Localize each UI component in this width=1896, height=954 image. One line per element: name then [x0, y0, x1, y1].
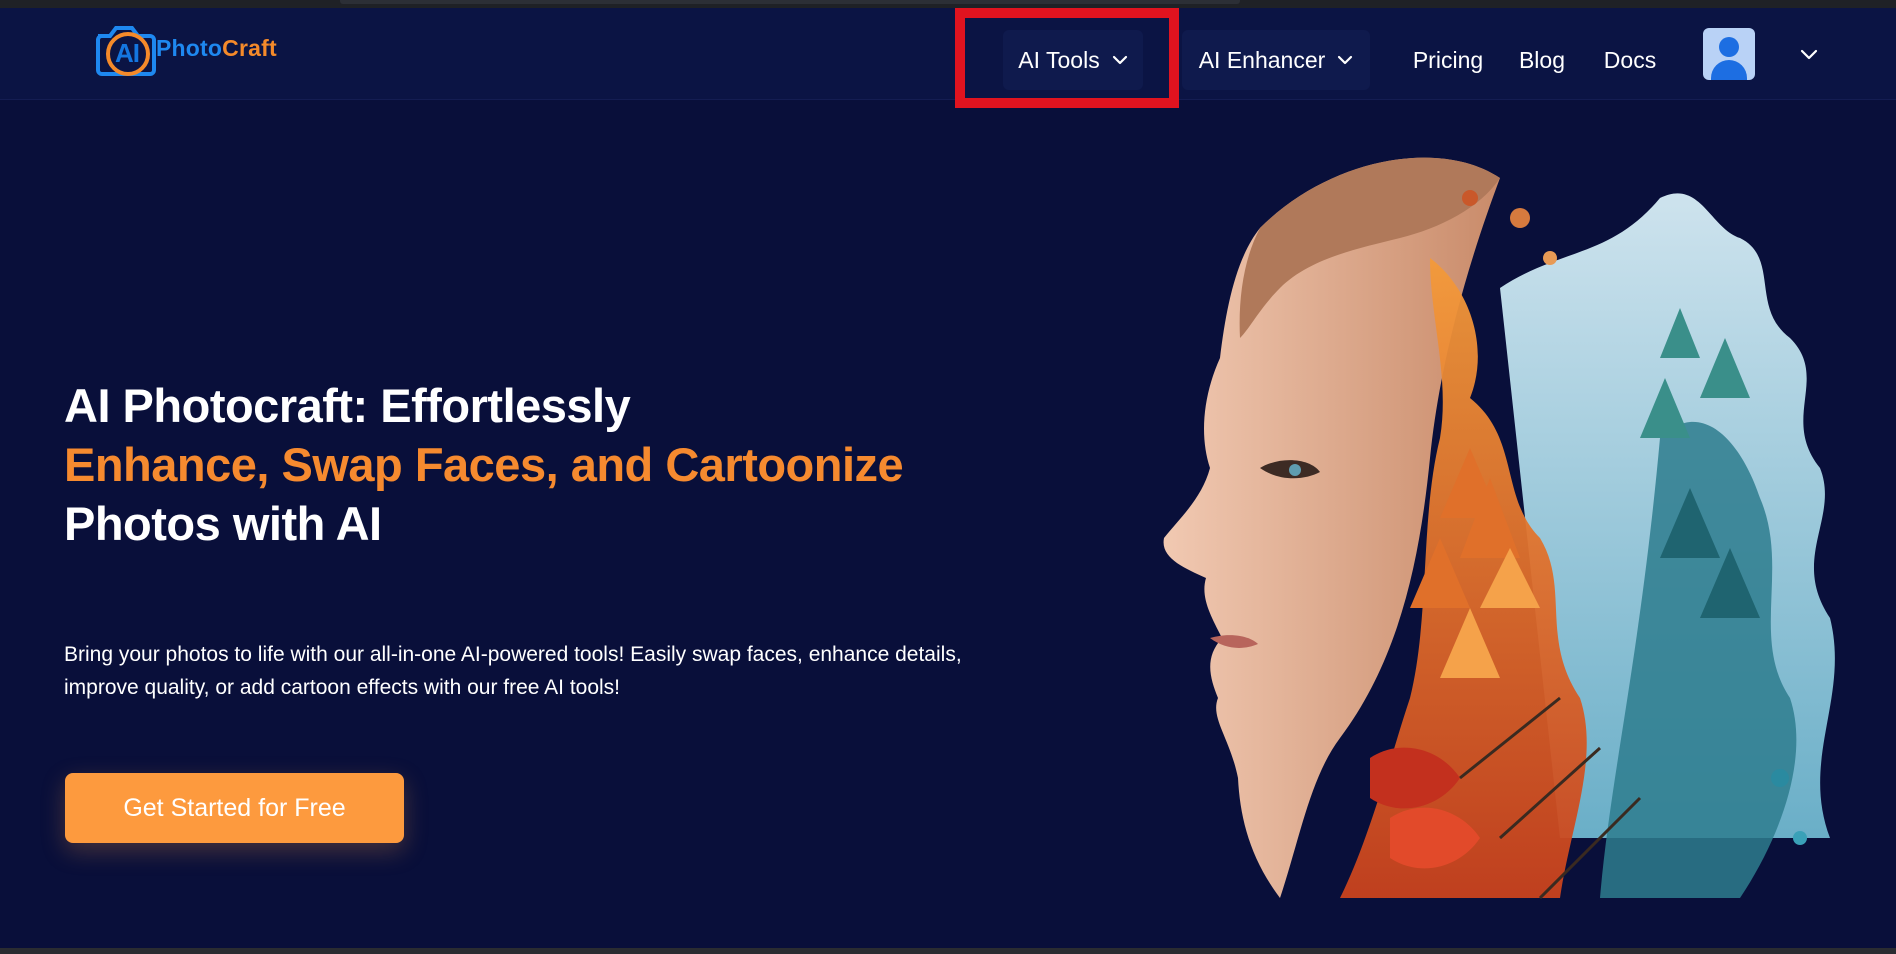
selection-highlight-box [955, 8, 1179, 108]
logo-ai-mark: AI [115, 38, 140, 68]
brand-logo[interactable]: AI PhotoCraft [92, 18, 312, 88]
chevron-down-icon [1338, 55, 1353, 65]
nav-blog-link[interactable]: Blog [1516, 30, 1568, 90]
nav-ai-enhancer-dropdown[interactable]: AI Enhancer [1182, 30, 1370, 90]
avatar-head-shape [1719, 37, 1739, 57]
nav-ai-enhancer-label: AI Enhancer [1198, 46, 1326, 73]
hero-title: AI Photocraft: Effortlessly Enhance, Swa… [64, 376, 1044, 553]
hero-portrait-illustration [1163, 157, 1835, 900]
get-started-button[interactable]: Get Started for Free [65, 773, 404, 843]
chevron-down-icon[interactable] [1800, 49, 1818, 61]
brand-name-photo: Photo [156, 34, 223, 61]
nav-pricing-link[interactable]: Pricing [1408, 30, 1488, 90]
brand-name: PhotoCraft [156, 35, 277, 62]
hero-title-line2-accent: Enhance, Swap Faces, and Cartoonize [64, 438, 904, 491]
browser-bottom-strip [0, 948, 1896, 954]
browser-top-strip [0, 0, 1896, 8]
landing-page: AI PhotoCraft AI Tools AI Enhancer Prici… [0, 8, 1896, 948]
browser-tab-hint [340, 0, 1240, 4]
hero-description-line1: Bring your photos to life with our all-i… [64, 643, 962, 666]
hero-description: Bring your photos to life with our all-i… [64, 638, 1064, 704]
hero-description-line2: improve quality, or add cartoon effects … [64, 676, 621, 699]
nav-docs-link[interactable]: Docs [1602, 30, 1658, 90]
hero-title-line3: Photos with AI [64, 497, 382, 550]
brand-name-craft: Craft [222, 34, 277, 61]
camera-logo-icon: AI [92, 24, 160, 82]
site-header: AI PhotoCraft AI Tools AI Enhancer Prici… [0, 8, 1896, 100]
hero-title-line1: AI Photocraft: Effortlessly [64, 379, 631, 432]
avatar-body-shape [1711, 60, 1747, 80]
user-avatar-icon[interactable] [1703, 28, 1755, 80]
